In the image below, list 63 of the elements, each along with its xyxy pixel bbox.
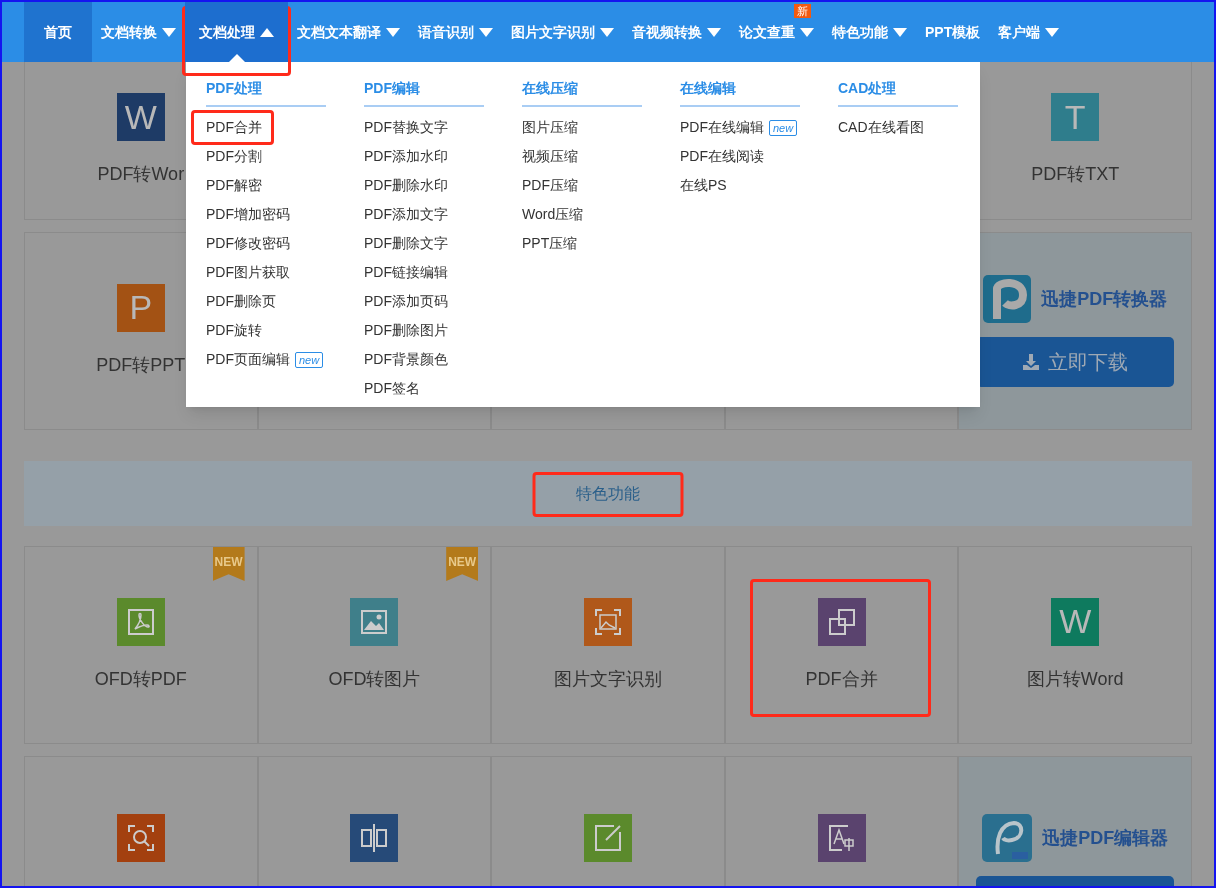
menu-column-title: 在线编辑 bbox=[680, 78, 800, 107]
tool-card[interactable]: PDF合并 bbox=[724, 546, 959, 744]
menu-item[interactable]: 在线PS bbox=[680, 171, 800, 200]
caret-icon bbox=[386, 27, 400, 37]
menu-item[interactable]: PDF替换文字 bbox=[364, 113, 484, 142]
caret-icon bbox=[162, 27, 176, 37]
caret-icon bbox=[479, 27, 493, 37]
tool-label: OFD转图片 bbox=[328, 667, 421, 691]
menu-item[interactable]: PDF压缩 bbox=[522, 171, 642, 200]
tool-card[interactable]: OFD转图片 NEW bbox=[257, 546, 492, 744]
caret-icon bbox=[707, 27, 721, 37]
new-ribbon: NEW bbox=[446, 547, 479, 581]
tool-label: 图片转Word bbox=[1026, 667, 1124, 691]
menu-column-title: PDF编辑 bbox=[364, 78, 484, 107]
product-title: 迅捷PDF转换器 bbox=[1041, 287, 1168, 311]
new-badge: new bbox=[295, 351, 324, 368]
tool-card[interactable]: OFD转PDF NEW bbox=[24, 546, 258, 744]
menu-item[interactable]: PDF在线编辑 new bbox=[680, 113, 800, 142]
menu-item[interactable]: PDF添加水印 bbox=[364, 142, 484, 171]
tool-label: PDF转Wor bbox=[97, 163, 185, 186]
menu-item[interactable]: PPT压缩 bbox=[522, 229, 642, 258]
menu-item[interactable]: PDF在线阅读 bbox=[680, 142, 800, 171]
tool-card[interactable]: W 图片转Word bbox=[958, 546, 1192, 744]
letter-icon: W bbox=[116, 93, 165, 141]
menu-column-title: CAD处理 bbox=[838, 78, 958, 107]
menu-item[interactable]: CAD在线看图 bbox=[838, 113, 958, 142]
menu-item[interactable]: 图片压缩 bbox=[522, 113, 642, 142]
download-icon bbox=[1022, 353, 1041, 371]
menu-item[interactable]: PDF添加页码 bbox=[364, 287, 484, 316]
menu-item[interactable]: PDF添加文字 bbox=[364, 200, 484, 229]
tool-card[interactable]: 图片文字识别 bbox=[491, 546, 725, 744]
caret-icon bbox=[260, 27, 274, 37]
menu-item[interactable]: PDF背景颜色 bbox=[364, 345, 484, 374]
section-title: 特色功能 bbox=[576, 483, 640, 504]
caret-icon bbox=[893, 27, 907, 37]
menu-item[interactable]: PDF签名 bbox=[364, 374, 484, 403]
tool-label: PDF转PPT bbox=[96, 353, 186, 377]
tool-label: PDF合并 bbox=[805, 667, 878, 691]
tool-label: PDF转TXT bbox=[1031, 163, 1120, 186]
caret-icon bbox=[1045, 27, 1060, 37]
new-ribbon: NEW bbox=[212, 547, 245, 581]
menu-column-title: 在线压缩 bbox=[522, 78, 642, 107]
letter-icon: P bbox=[116, 283, 165, 332]
pen-logo-icon bbox=[982, 814, 1033, 862]
menu-item[interactable]: PDF链接编辑 bbox=[364, 258, 484, 287]
menu-item[interactable]: Word压缩 bbox=[522, 200, 642, 229]
nav-item[interactable]: 首页 bbox=[24, 2, 92, 62]
menu-item[interactable]: 视频压缩 bbox=[522, 142, 642, 171]
tool-label: OFD转PDF bbox=[94, 667, 187, 691]
menu-item[interactable]: PDF删除水印 bbox=[364, 171, 484, 200]
new-badge: new bbox=[769, 119, 798, 136]
tool-label: 图片文字识别 bbox=[554, 667, 662, 691]
menu-column-title: PDF处理 bbox=[206, 78, 326, 107]
letter-icon: W bbox=[1051, 597, 1100, 646]
menu-item[interactable]: PDF删除文字 bbox=[364, 229, 484, 258]
nav-item[interactable]: 文档处理 bbox=[185, 2, 288, 62]
new-badge: 新 bbox=[794, 4, 811, 18]
caret-icon bbox=[800, 27, 814, 37]
caret-icon bbox=[600, 27, 614, 37]
p-logo-icon bbox=[983, 275, 1032, 323]
letter-icon: T bbox=[1051, 93, 1100, 141]
product-title: 迅捷PDF编辑器 bbox=[1042, 826, 1169, 850]
menu-item[interactable]: PDF删除图片 bbox=[364, 316, 484, 345]
